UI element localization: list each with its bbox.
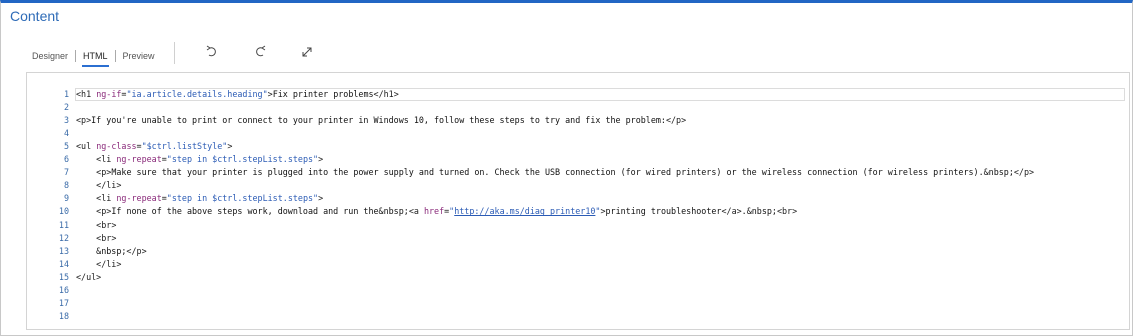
line-number: 11 — [58, 219, 69, 230]
tab-preview[interactable]: Preview — [123, 51, 155, 61]
line-number: 7 — [63, 167, 69, 178]
redo-icon[interactable] — [252, 44, 268, 60]
html-code-editor[interactable]: 1 <h1 ng-if="ia.article.details.heading">… — [26, 72, 1130, 330]
line-code: <ul ng-class="$ctrl.listStyle"> — [76, 141, 233, 152]
expand-icon[interactable] — [299, 44, 315, 60]
line-code: <br> — [96, 219, 117, 230]
line-code: <h1 ng-if="ia.article.details.heading">F… — [76, 89, 399, 99]
line-number: 15 — [58, 271, 69, 282]
line-code: </ul> — [76, 271, 102, 282]
line-code: <p>Make sure that your printer is plugge… — [96, 167, 1035, 178]
line-number: 2 — [63, 102, 69, 113]
line-code: </li> — [96, 180, 122, 191]
line-number: 13 — [58, 245, 69, 256]
line-number: 6 — [63, 154, 69, 165]
line-number: 8 — [63, 180, 69, 191]
editor-mode-tabs: Designer HTML Preview — [32, 45, 155, 67]
line-code: </li> — [96, 258, 122, 269]
line-number: 1 — [63, 89, 69, 99]
line-number: 4 — [63, 128, 69, 139]
tab-divider — [114, 50, 116, 62]
tab-divider — [75, 50, 77, 62]
tab-html[interactable]: HTML — [82, 51, 109, 67]
line-number: 17 — [58, 297, 69, 308]
line-number: 3 — [63, 115, 69, 126]
line-number: 10 — [58, 206, 69, 217]
line-number: 14 — [58, 258, 69, 269]
line-number: 12 — [58, 232, 69, 243]
line-code: <li ng-repeat="step in $ctrl.stepList.st… — [96, 154, 324, 165]
line-code: &nbsp;</p> — [76, 245, 147, 256]
undo-icon[interactable] — [204, 44, 220, 60]
line-code: <li ng-repeat="step in $ctrl.stepList.st… — [96, 193, 324, 204]
line-number: 9 — [63, 193, 69, 204]
line-code: <p>If none of the above steps work, down… — [96, 206, 798, 217]
line-code: <p>If you're unable to print or connect … — [76, 115, 687, 126]
line-number: 5 — [63, 141, 69, 152]
line-code: <br> — [96, 232, 117, 243]
toolbar-divider — [174, 42, 175, 64]
tab-designer[interactable]: Designer — [32, 51, 68, 61]
line-number: 18 — [58, 310, 69, 321]
panel-title: Content — [10, 8, 60, 24]
line-number: 16 — [58, 284, 69, 295]
